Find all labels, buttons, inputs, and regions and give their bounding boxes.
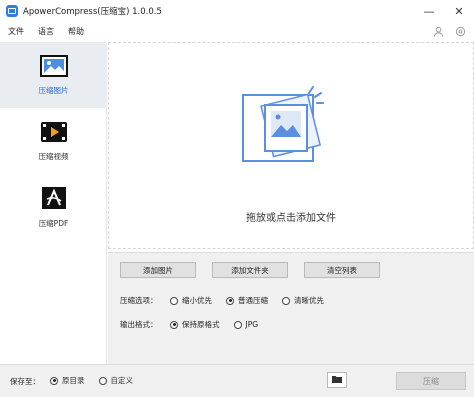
save-option-original-dir[interactable]: 原目录 <box>50 375 85 386</box>
drop-zone[interactable]: 拖放或点击添加文件 <box>108 42 474 249</box>
format-option-jpg[interactable]: JPG <box>233 320 259 329</box>
radio-icon <box>98 376 107 385</box>
footer-bar: 保存至： 原目录 自定义 压缩 <box>0 364 474 397</box>
app-logo-icon <box>6 5 18 17</box>
radio-label: 自定义 <box>110 376 134 385</box>
drop-zone-text: 拖放或点击添加文件 <box>246 213 336 224</box>
radio-selected-icon <box>170 320 178 329</box>
output-format-row: 输出格式： 保持原格式 JPG <box>120 319 272 330</box>
radio-selected-icon <box>50 376 58 385</box>
window-controls: — ✕ <box>414 0 474 22</box>
window-title: ApowerCompress(压缩宝) 1.0.0.5 <box>23 7 162 17</box>
compress-options-label: 压缩选项： <box>120 296 158 305</box>
options-panel: 添加图片 添加文件夹 清空列表 压缩选项： 缩小优先 普通压缩 清晰优先 输出格… <box>108 252 474 364</box>
menu-bar: 文件 语言 帮助 <box>0 22 474 40</box>
clear-list-button[interactable]: 清空列表 <box>304 262 380 278</box>
compress-options-row: 压缩选项： 缩小优先 普通压缩 清晰优先 <box>120 295 338 306</box>
radio-label: 保持原格式 <box>182 320 220 329</box>
compress-option-clarity[interactable]: 清晰优先 <box>282 295 324 306</box>
radio-icon <box>233 320 242 329</box>
settings-icon[interactable] <box>454 25 466 37</box>
sidebar: 压缩图片 压缩视频 压缩PDF <box>0 42 107 364</box>
add-folder-button[interactable]: 添加文件夹 <box>212 262 288 278</box>
radio-label: JPG <box>245 320 259 329</box>
radio-label: 清晰优先 <box>294 296 324 305</box>
radio-label: 缩小优先 <box>182 296 212 305</box>
compress-option-smallest[interactable]: 缩小优先 <box>170 295 212 306</box>
sidebar-item-compress-video[interactable]: 压缩视频 <box>0 108 107 174</box>
sidebar-item-label: 压缩视频 <box>38 151 69 161</box>
open-folder-button[interactable] <box>327 372 347 388</box>
film-icon <box>40 121 68 145</box>
minimize-button[interactable]: — <box>414 0 444 22</box>
user-icon[interactable] <box>432 25 444 37</box>
sidebar-item-label: 压缩PDF <box>38 218 69 228</box>
close-button[interactable]: ✕ <box>444 0 474 22</box>
menu-help[interactable]: 帮助 <box>68 26 84 37</box>
compress-option-normal[interactable]: 普通压缩 <box>226 295 268 306</box>
main-area: 拖放或点击添加文件 添加图片 添加文件夹 清空列表 压缩选项： 缩小优先 普通压… <box>108 42 474 364</box>
sidebar-item-compress-pdf[interactable]: 压缩PDF <box>0 174 107 240</box>
pdf-icon <box>41 186 67 212</box>
menu-right-icons <box>432 22 466 40</box>
radio-icon <box>170 296 178 305</box>
output-format-label: 输出格式： <box>120 320 158 329</box>
save-option-custom[interactable]: 自定义 <box>98 375 134 386</box>
title-bar: ApowerCompress(压缩宝) 1.0.0.5 — ✕ <box>0 0 474 22</box>
sidebar-item-label: 压缩图片 <box>38 85 69 95</box>
image-icon <box>39 54 68 79</box>
save-to-label: 保存至： <box>10 377 40 386</box>
format-option-original[interactable]: 保持原格式 <box>170 319 220 330</box>
add-image-button[interactable]: 添加图片 <box>120 262 196 278</box>
radio-label: 原目录 <box>62 376 85 385</box>
save-to-options: 原目录 自定义 <box>50 375 147 386</box>
radio-label: 普通压缩 <box>238 296 268 305</box>
folder-icon <box>331 374 343 386</box>
menu-file[interactable]: 文件 <box>8 26 24 37</box>
radio-icon <box>282 296 290 305</box>
menu-language[interactable]: 语言 <box>38 26 54 37</box>
radio-selected-icon <box>226 296 234 305</box>
compress-button[interactable]: 压缩 <box>396 372 466 390</box>
sidebar-item-compress-image[interactable]: 压缩图片 <box>0 42 107 108</box>
add-files-illustration-icon <box>237 83 333 169</box>
